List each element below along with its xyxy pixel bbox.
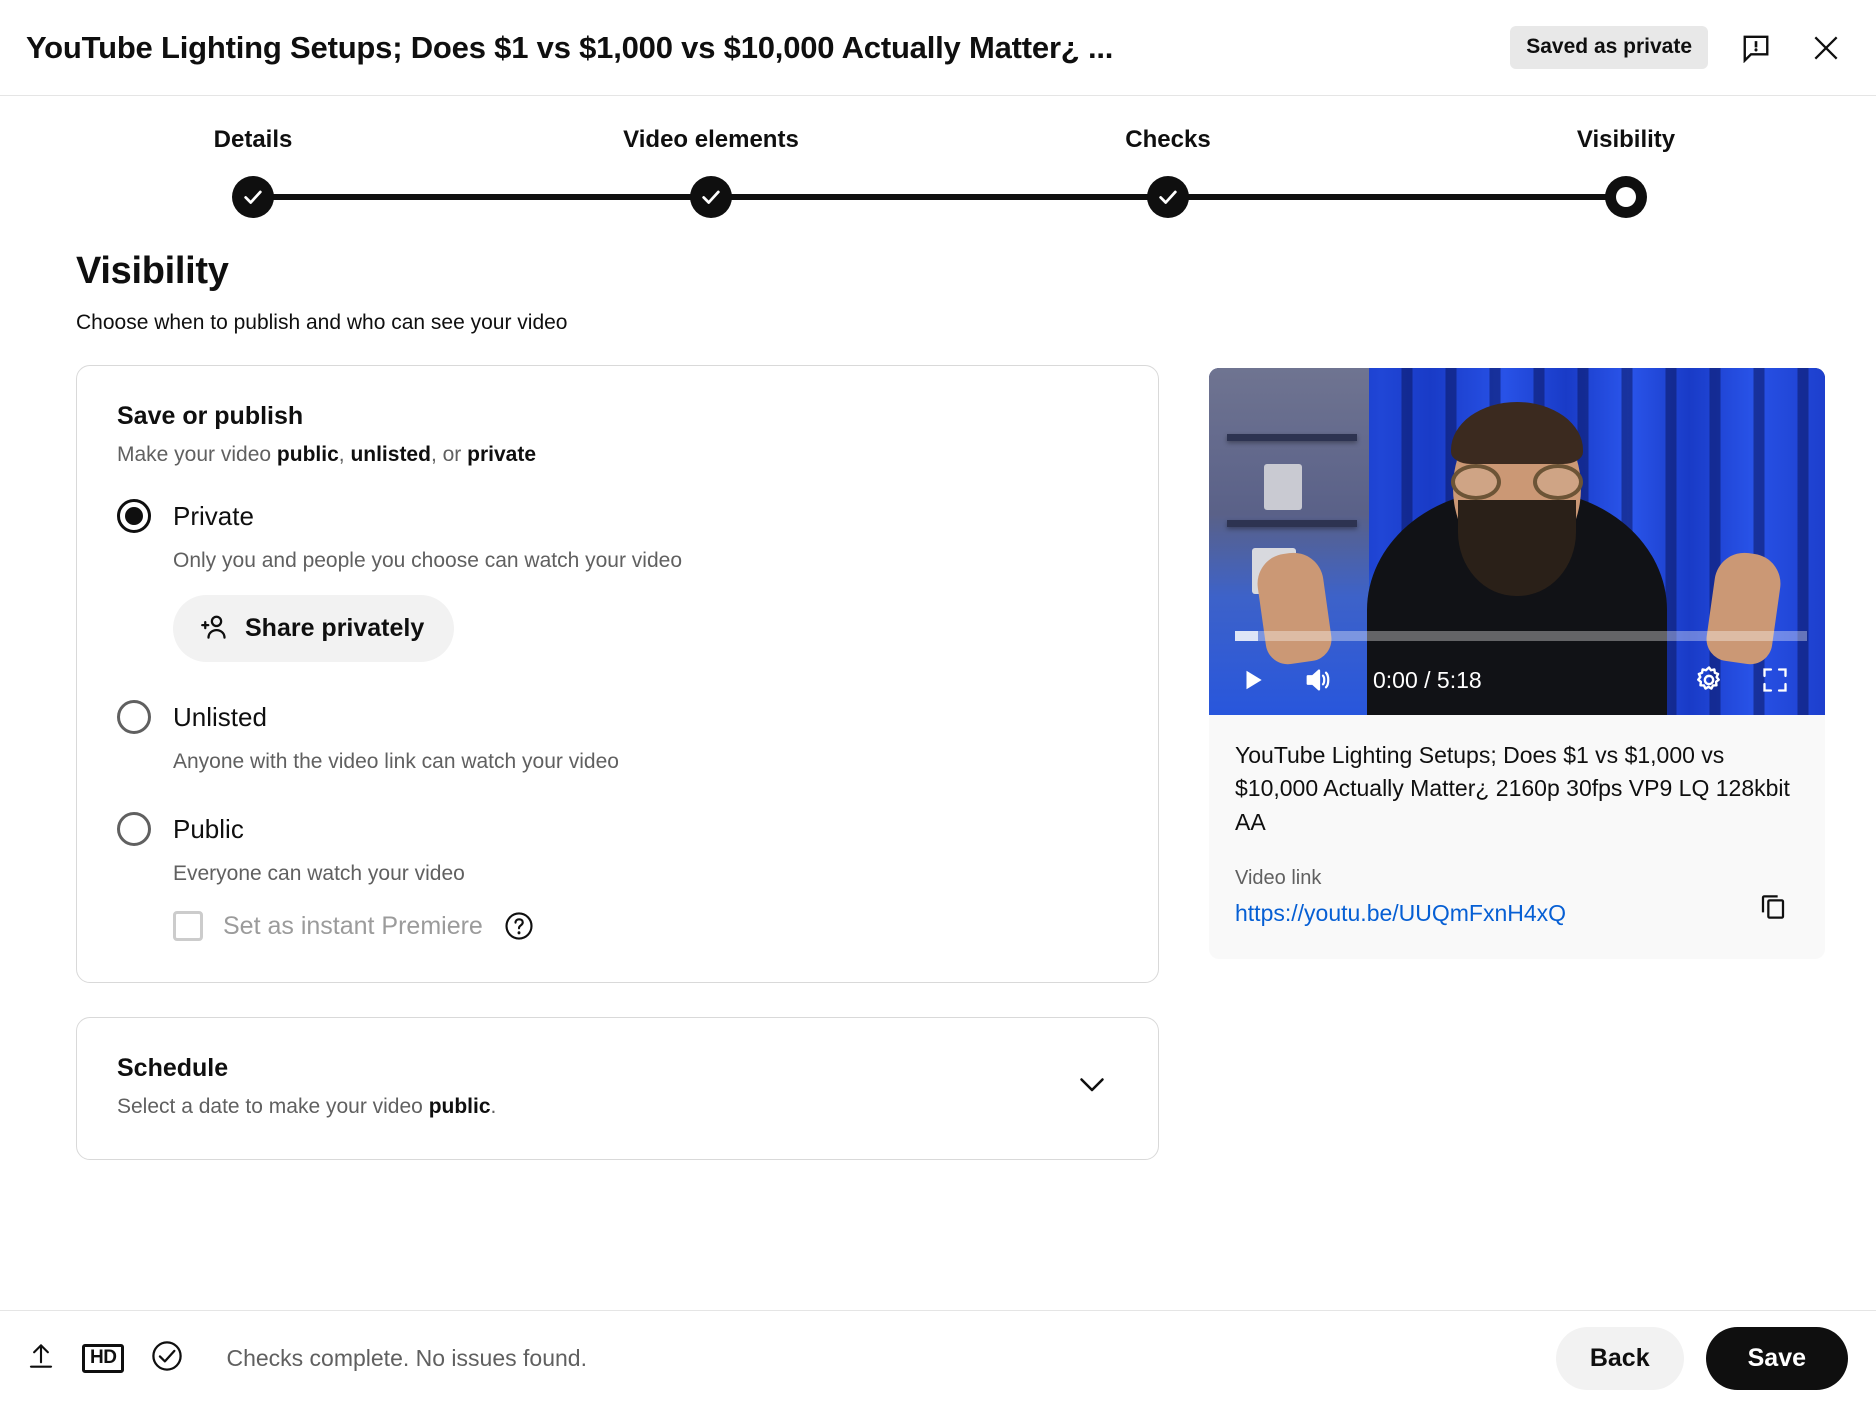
visibility-radio-group: Private Only you and people you choose c… <box>117 499 1118 942</box>
fullscreen-icon[interactable] <box>1753 658 1797 702</box>
publish-sub-public: public <box>276 443 339 466</box>
publish-card-title: Save or publish <box>117 402 304 430</box>
option-private: Private Only you and people you choose c… <box>117 499 1118 662</box>
option-unlisted: Unlisted Anyone with the video link can … <box>117 700 1118 774</box>
video-link-caption: Video link <box>1235 867 1322 890</box>
publish-sub-private: private <box>467 443 537 466</box>
publish-sub-sep2: , or <box>430 443 468 466</box>
thumbnail-shelf-object <box>1264 464 1303 510</box>
gear-icon[interactable] <box>1687 658 1731 702</box>
thumbnail-shelf <box>1227 520 1357 527</box>
status-badge: Saved as private <box>1510 26 1708 69</box>
thumbnail-person-glasses <box>1451 464 1583 500</box>
thumbnail-shelf <box>1227 434 1357 441</box>
radio-desc-unlisted: Anyone with the video link can watch you… <box>173 750 619 773</box>
player-controls: 0:00 / 5:18 <box>1209 645 1825 715</box>
video-link-column: Video link https://youtu.be/UUQmFxnH4xQ <box>1235 867 1749 927</box>
schedule-card[interactable]: Schedule Select a date to make your vide… <box>76 1017 1159 1160</box>
help-circle-icon[interactable] <box>503 910 535 942</box>
footer-buttons: Back Save <box>1555 1327 1848 1390</box>
stepper-labels: Details Video elements Checks Visibility <box>0 126 1876 166</box>
video-player[interactable]: 0:00 / 5:18 <box>1209 368 1825 715</box>
settings-column: Save or publish Make your video public, … <box>76 365 1159 1160</box>
section-title: Visibility <box>76 250 229 292</box>
instant-premiere-row: Set as instant Premiere <box>173 910 1118 942</box>
save-or-publish-card: Save or publish Make your video public, … <box>76 365 1159 983</box>
step-label-video-elements[interactable]: Video elements <box>623 126 799 154</box>
publish-card-subtitle: Make your video public, unlisted, or pri… <box>117 443 1118 467</box>
share-privately-label: Share privately <box>245 614 425 642</box>
radio-public[interactable] <box>117 812 151 846</box>
preview-video-title: YouTube Lighting Setups; Does $1 vs $1,0… <box>1235 742 1790 835</box>
video-progress-bar[interactable] <box>1235 631 1807 641</box>
radio-label-private: Private <box>173 500 254 531</box>
preview-column: 0:00 / 5:18 YouTube Lighting Setups; Doe… <box>1209 365 1829 1160</box>
radio-row-unlisted[interactable]: Unlisted <box>117 700 1118 734</box>
page-title: YouTube Lighting Setups; Does $1 vs $1,0… <box>26 29 1114 65</box>
step-label-visibility[interactable]: Visibility <box>1577 126 1675 154</box>
instant-premiere-label: Set as instant Premiere <box>223 911 483 940</box>
upload-stepper: Details Video elements Checks Visibility <box>0 96 1876 218</box>
dialog-footer: HD Checks complete. No issues found. Bac… <box>0 1310 1876 1406</box>
radio-private[interactable] <box>117 499 151 533</box>
video-progress-played <box>1235 631 1258 641</box>
schedule-title: Schedule <box>117 1054 229 1082</box>
video-preview-panel: 0:00 / 5:18 YouTube Lighting Setups; Doe… <box>1209 368 1825 960</box>
dialog-header: YouTube Lighting Setups; Does $1 vs $1,0… <box>0 0 1876 96</box>
video-link-url[interactable]: https://youtu.be/UUQmFxnH4xQ <box>1235 900 1566 927</box>
schedule-sub-lead: Select a date to make your video <box>117 1095 429 1118</box>
publish-sub-lead: Make your video <box>117 443 277 466</box>
chevron-down-icon[interactable] <box>1074 1066 1118 1107</box>
feedback-bubble-icon[interactable] <box>1734 26 1778 70</box>
radio-unlisted[interactable] <box>117 700 151 734</box>
step-label-details[interactable]: Details <box>214 126 293 154</box>
back-button[interactable]: Back <box>1555 1327 1684 1390</box>
radio-row-private[interactable]: Private <box>117 499 1118 533</box>
person-add-icon <box>199 612 229 645</box>
section-subtitle: Choose when to publish and who can see y… <box>76 311 568 334</box>
volume-icon[interactable] <box>1297 658 1341 702</box>
schedule-sub-public: public <box>428 1095 491 1118</box>
publish-sub-unlisted: unlisted <box>350 443 431 466</box>
step-label-checks[interactable]: Checks <box>1125 126 1210 154</box>
footer-status-icons: HD <box>26 1339 184 1378</box>
option-public: Public Everyone can watch your video Set… <box>117 812 1118 942</box>
preview-metadata: YouTube Lighting Setups; Does $1 vs $1,0… <box>1209 715 1825 849</box>
checks-status-text: Checks complete. No issues found. <box>226 1345 587 1371</box>
visibility-section-header: Visibility Choose when to publish and wh… <box>0 212 1876 335</box>
radio-label-public: Public <box>173 813 244 844</box>
radio-desc-public: Everyone can watch your video <box>173 862 465 885</box>
hd-badge: HD <box>82 1343 125 1374</box>
share-privately-button[interactable]: Share privately <box>173 595 455 662</box>
radio-desc-private: Only you and people you choose can watch… <box>173 549 682 572</box>
check-circle-icon <box>150 1339 184 1378</box>
upload-visibility-dialog: YouTube Lighting Setups; Does $1 vs $1,0… <box>0 0 1876 1406</box>
upload-icon[interactable] <box>26 1341 56 1376</box>
save-button[interactable]: Save <box>1705 1327 1848 1390</box>
radio-label-unlisted: Unlisted <box>173 701 267 732</box>
visibility-columns: Save or publish Make your video public, … <box>0 335 1876 1160</box>
schedule-sub-tail: . <box>490 1095 497 1118</box>
close-icon[interactable] <box>1804 26 1848 70</box>
publish-sub-sep1: , <box>338 443 351 466</box>
dialog-body: Visibility Choose when to publish and wh… <box>0 212 1876 1310</box>
copy-icon[interactable] <box>1749 881 1797 929</box>
play-icon[interactable] <box>1231 658 1275 702</box>
schedule-text: Schedule Select a date to make your vide… <box>117 1054 1074 1119</box>
radio-row-public[interactable]: Public <box>117 812 1118 846</box>
video-link-row: Video link https://youtu.be/UUQmFxnH4xQ <box>1209 849 1825 959</box>
instant-premiere-checkbox <box>173 911 203 941</box>
schedule-subtitle: Select a date to make your video public. <box>117 1095 1074 1119</box>
header-actions: Saved as private <box>1510 26 1848 70</box>
stepper-track <box>253 194 1626 200</box>
video-time-display: 0:00 / 5:18 <box>1373 666 1482 693</box>
